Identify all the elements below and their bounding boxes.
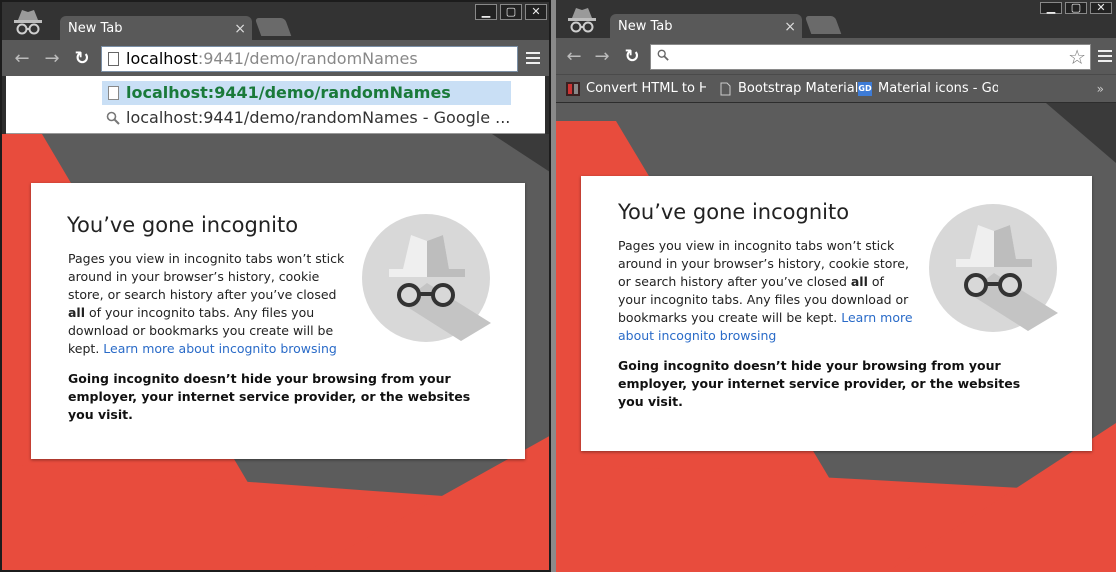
- incognito-title: You’ve gone incognito: [618, 200, 850, 224]
- gd-favicon-icon: GD: [858, 82, 872, 96]
- address-bar[interactable]: localhost:9441/demo/randomNames: [101, 46, 518, 72]
- right-browser-window: New Tab × ▁ ▢ ✕ ← → ↻ ☆ Convert HTML to …: [556, 0, 1116, 572]
- incognito-avatar-icon: [14, 10, 42, 35]
- dropdown-item-search[interactable]: localhost:9441/demo/randomNames - Google…: [102, 106, 511, 130]
- tab-title: New Tab: [68, 21, 123, 36]
- desc-text-1: Pages you view in incognito tabs won’t s…: [68, 251, 345, 302]
- incognito-card: You’ve gone incognito Pages you view in …: [31, 183, 525, 459]
- back-icon[interactable]: ←: [12, 49, 32, 69]
- incognito-card: You’ve gone incognito Pages you view in …: [581, 176, 1092, 451]
- tab-close-icon[interactable]: ×: [234, 16, 246, 42]
- bookmark-label: Convert HTML to HA: [586, 81, 706, 96]
- window-controls: ▁ ▢ ✕: [475, 4, 547, 20]
- toolbar: ← → ↻ ☆: [556, 38, 1116, 74]
- address-bar[interactable]: ☆: [650, 44, 1091, 70]
- address-bar-text: localhost:9441/demo/randomNames: [126, 47, 418, 71]
- incognito-avatar-icon: [568, 8, 596, 33]
- bookmark-item[interactable]: Bootstrap Material: [718, 75, 858, 103]
- new-tab-page: You’ve gone incognito Pages you view in …: [556, 103, 1116, 572]
- dropdown-item-label: localhost:9441/demo/randomNames: [126, 83, 451, 102]
- tab-title: New Tab: [618, 19, 673, 34]
- omnibox-dropdown: localhost:9441/demo/randomNames localhos…: [6, 76, 545, 134]
- minimize-button[interactable]: ▁: [1040, 2, 1062, 14]
- title-bar: New Tab × ▁ ▢ ✕: [556, 0, 1116, 40]
- new-tab-button[interactable]: [804, 16, 842, 34]
- incognito-description: Pages you view in incognito tabs won’t s…: [618, 237, 914, 345]
- tab-close-icon[interactable]: ×: [784, 14, 796, 40]
- search-icon: [657, 49, 669, 61]
- incognito-title: You’ve gone incognito: [67, 213, 299, 237]
- close-window-button[interactable]: ✕: [1090, 2, 1112, 14]
- bookmark-item[interactable]: Convert HTML to HA: [566, 75, 706, 103]
- new-tab-page: You’ve gone incognito Pages you view in …: [2, 134, 549, 570]
- bookmark-item[interactable]: GD Material icons - Goo: [858, 75, 998, 103]
- incognito-spy-icon: [362, 214, 491, 342]
- desc-bold: all: [68, 305, 86, 320]
- maximize-button[interactable]: ▢: [500, 4, 522, 20]
- bookmark-label: Material icons - Goo: [878, 81, 998, 96]
- title-bar: New Tab × ▁ ▢ ✕: [2, 2, 549, 42]
- menu-icon[interactable]: [526, 52, 540, 66]
- html-favicon-icon: [566, 82, 580, 96]
- incognito-warning: Going incognito doesn’t hide your browsi…: [68, 371, 471, 422]
- bookmark-star-icon[interactable]: ☆: [1068, 45, 1086, 69]
- toolbar: ← → ↻ localhost:9441/demo/randomNames: [2, 40, 549, 76]
- bookmark-label: Bootstrap Material: [738, 81, 858, 96]
- dropdown-item-url[interactable]: localhost:9441/demo/randomNames: [102, 81, 511, 105]
- incognito-description: Pages you view in incognito tabs won’t s…: [68, 250, 350, 358]
- minimize-button[interactable]: ▁: [475, 4, 497, 20]
- forward-icon[interactable]: →: [592, 47, 612, 67]
- forward-icon[interactable]: →: [42, 49, 62, 69]
- page-icon: [108, 86, 119, 100]
- incognito-spy-icon: [929, 204, 1058, 332]
- window-controls: ▁ ▢ ✕: [1040, 2, 1112, 14]
- back-icon[interactable]: ←: [564, 47, 584, 67]
- page-icon: [108, 52, 119, 66]
- dropdown-item-label: localhost:9441/demo/randomNames - Google…: [126, 108, 511, 127]
- bookmarks-overflow-icon[interactable]: »: [1097, 75, 1104, 103]
- url-host: localhost: [126, 49, 198, 68]
- left-browser-window: New Tab × ▁ ▢ ✕ ← → ↻ localhost:9441/dem…: [0, 0, 551, 572]
- close-window-button[interactable]: ✕: [525, 4, 547, 20]
- menu-icon[interactable]: [1098, 50, 1112, 64]
- learn-more-link[interactable]: Learn more about incognito browsing: [103, 341, 337, 356]
- reload-icon[interactable]: ↻: [622, 47, 642, 67]
- reload-icon[interactable]: ↻: [72, 49, 92, 69]
- bookmarks-bar: Convert HTML to HA Bootstrap Material GD…: [556, 74, 1116, 102]
- search-icon: [106, 111, 120, 125]
- incognito-warning: Going incognito doesn’t hide your browsi…: [618, 358, 1021, 409]
- page-icon: [720, 82, 731, 96]
- tab-new-tab[interactable]: New Tab ×: [610, 14, 802, 40]
- url-path: :9441/demo/randomNames: [197, 49, 418, 68]
- desc-bold: all: [850, 274, 868, 289]
- tab-new-tab[interactable]: New Tab ×: [60, 16, 252, 42]
- maximize-button[interactable]: ▢: [1065, 2, 1087, 14]
- new-tab-button[interactable]: [254, 18, 292, 36]
